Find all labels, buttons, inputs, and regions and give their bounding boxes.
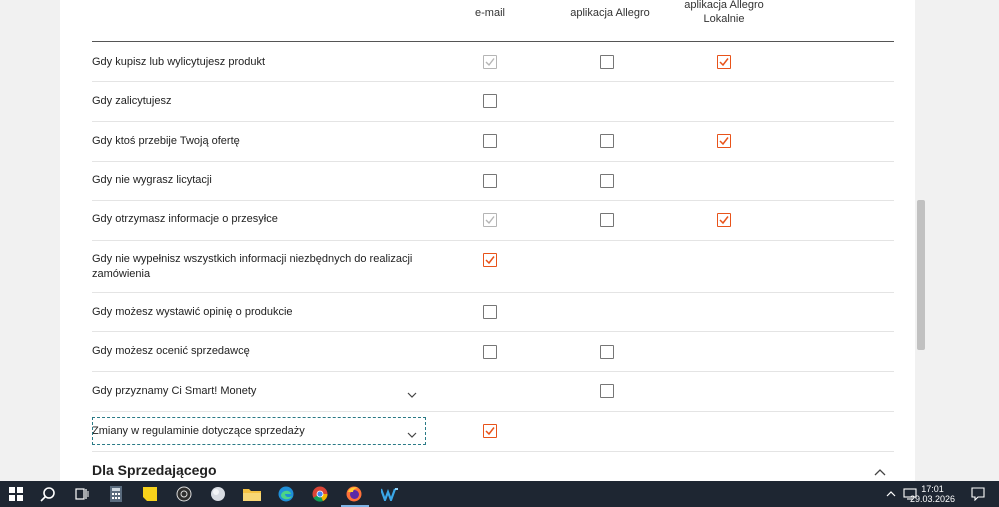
row-label: Gdy otrzymasz informacje o przesyłce (92, 213, 278, 225)
checkbox-email[interactable] (483, 253, 497, 267)
checkbox-lokalnie[interactable] (717, 213, 731, 227)
section-title-seller[interactable]: Dla Sprzedającego (92, 462, 217, 478)
calculator-icon[interactable] (106, 484, 126, 504)
row-label: Gdy przyznamy Ci Smart! Monety (92, 385, 257, 397)
row-label: Gdy zalicytujesz (92, 95, 172, 107)
focused-row-toggle[interactable] (92, 417, 426, 445)
scrollbar[interactable] (915, 0, 927, 481)
row-label-line1: Gdy nie wypełnisz wszystkich informacji … (92, 253, 413, 265)
checkbox-lokalnie[interactable] (717, 134, 731, 148)
checkbox-email (483, 55, 497, 69)
checkbox-app[interactable] (600, 174, 614, 188)
checkbox-email[interactable] (483, 134, 497, 148)
checkbox-email[interactable] (483, 305, 497, 319)
chrome-icon[interactable] (310, 484, 330, 504)
checkbox-app[interactable] (600, 213, 614, 227)
checkbox-email[interactable] (483, 174, 497, 188)
checkbox-app[interactable] (600, 55, 614, 69)
chevron-up-icon[interactable] (874, 465, 886, 476)
clock-time: 17:01 (921, 484, 944, 494)
checkbox-email (483, 213, 497, 227)
app-w-icon[interactable] (380, 484, 400, 504)
row-label-line2: zamówienia (92, 268, 151, 280)
chevron-down-icon[interactable] (407, 427, 417, 438)
checkbox-email[interactable] (483, 94, 497, 108)
clock[interactable]: 17:01 29.03.2026 (910, 484, 955, 504)
checkbox-app[interactable] (600, 384, 614, 398)
row-label: Gdy kupisz lub wylicytujesz produkt (92, 56, 266, 68)
clock-date: 29.03.2026 (909, 494, 955, 504)
windows-taskbar: 17:01 29.03.2026 (0, 481, 999, 507)
column-header-app: aplikacja Allegro (570, 7, 650, 19)
generic-app-icon[interactable] (208, 484, 228, 504)
column-header-lokalnie: aplikacja Allegro Lokalnie (684, 0, 764, 25)
row-label: Gdy nie wygrasz licytacji (92, 174, 212, 186)
checkbox-app[interactable] (600, 345, 614, 359)
chevron-down-icon[interactable] (407, 387, 417, 398)
edge-icon[interactable] (276, 484, 296, 504)
checkbox-app[interactable] (600, 134, 614, 148)
sticky-notes-icon[interactable] (140, 484, 160, 504)
row-label: Gdy możesz wystawić opinię o produkcie (92, 306, 293, 318)
file-explorer-icon[interactable] (242, 484, 262, 504)
checkbox-lokalnie[interactable] (717, 55, 731, 69)
checkbox-email[interactable] (483, 345, 497, 359)
checkbox-email[interactable] (483, 424, 497, 438)
notifications-icon[interactable] (968, 484, 988, 504)
table-row: Gdy nie wypełnisz wszystkich informacji … (92, 241, 894, 293)
search-icon[interactable] (38, 484, 58, 504)
scrollbar-thumb[interactable] (917, 200, 925, 350)
column-header-email: e-mail (475, 7, 505, 19)
task-view-icon[interactable] (72, 484, 92, 504)
row-label: Gdy możesz ocenić sprzedawcę (92, 345, 250, 357)
windows-start-icon[interactable] (6, 484, 26, 504)
firefox-icon[interactable] (344, 484, 364, 504)
show-hidden-icons-icon[interactable] (884, 484, 898, 504)
table-row: Gdy przyznamy Ci Smart! Monety (92, 372, 894, 412)
row-label: Gdy ktoś przebije Twoją ofertę (92, 135, 240, 147)
media-icon[interactable] (174, 484, 194, 504)
